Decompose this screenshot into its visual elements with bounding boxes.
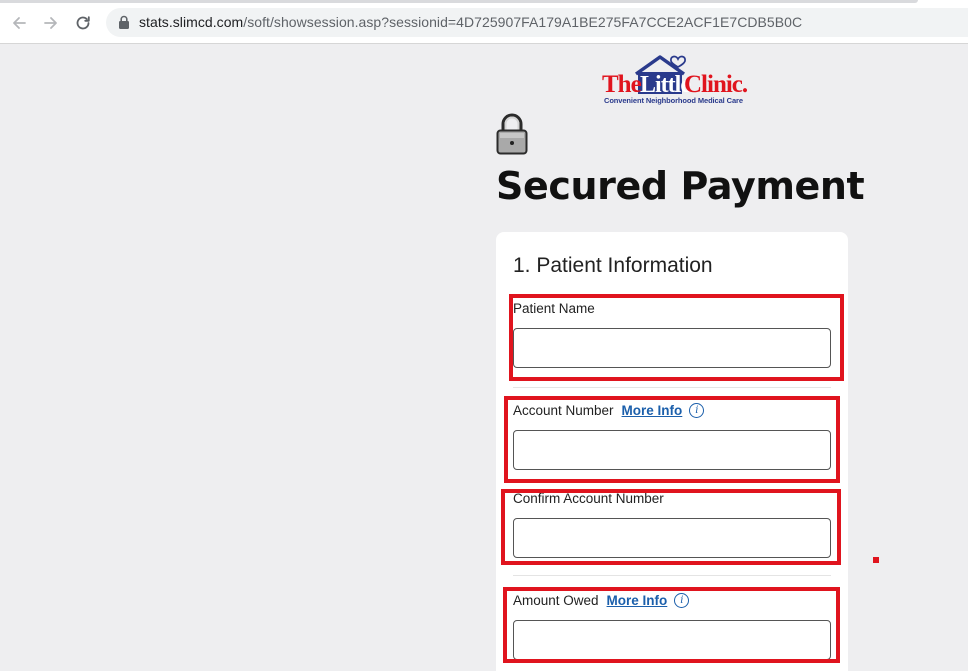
reload-icon xyxy=(76,16,90,30)
tab-strip-edge xyxy=(0,0,968,3)
page-title: Secured Payment xyxy=(496,164,865,208)
highlight-box-amount-owed xyxy=(503,587,840,663)
divider xyxy=(513,387,831,388)
svg-text:The: The xyxy=(602,71,642,98)
section-title: 1. Patient Information xyxy=(513,254,713,277)
highlight-box-patient-name xyxy=(509,294,844,381)
svg-text:Clinic.: Clinic. xyxy=(684,71,748,98)
url-host: stats.slimcd.com xyxy=(139,14,244,30)
address-bar[interactable]: stats.slimcd.com/soft/showsession.asp?se… xyxy=(106,8,968,37)
reload-button[interactable] xyxy=(72,12,94,34)
logo-tagline: Convenient Neighborhood Medical Care xyxy=(604,96,743,105)
back-button[interactable] xyxy=(8,12,30,34)
logo-graphic: The Little Clinic. xyxy=(602,55,749,98)
arrow-left-icon xyxy=(13,17,26,29)
padlock-icon xyxy=(496,113,528,155)
lock-icon xyxy=(119,15,129,29)
highlight-box-account-number xyxy=(504,396,840,483)
divider xyxy=(513,575,831,576)
highlight-box-confirm-account-number xyxy=(501,489,841,565)
forward-button[interactable] xyxy=(40,12,62,34)
arrow-right-icon xyxy=(44,17,57,29)
little-clinic-logo: The Little Clinic. Convenient Neighborho… xyxy=(600,52,750,107)
url-path: /soft/showsession.asp?sessionid=4D725907… xyxy=(243,14,803,30)
url-text: stats.slimcd.com/soft/showsession.asp?se… xyxy=(139,14,802,30)
browser-toolbar: stats.slimcd.com/soft/showsession.asp?se… xyxy=(0,0,968,44)
highlight-marker-dot xyxy=(873,557,879,563)
